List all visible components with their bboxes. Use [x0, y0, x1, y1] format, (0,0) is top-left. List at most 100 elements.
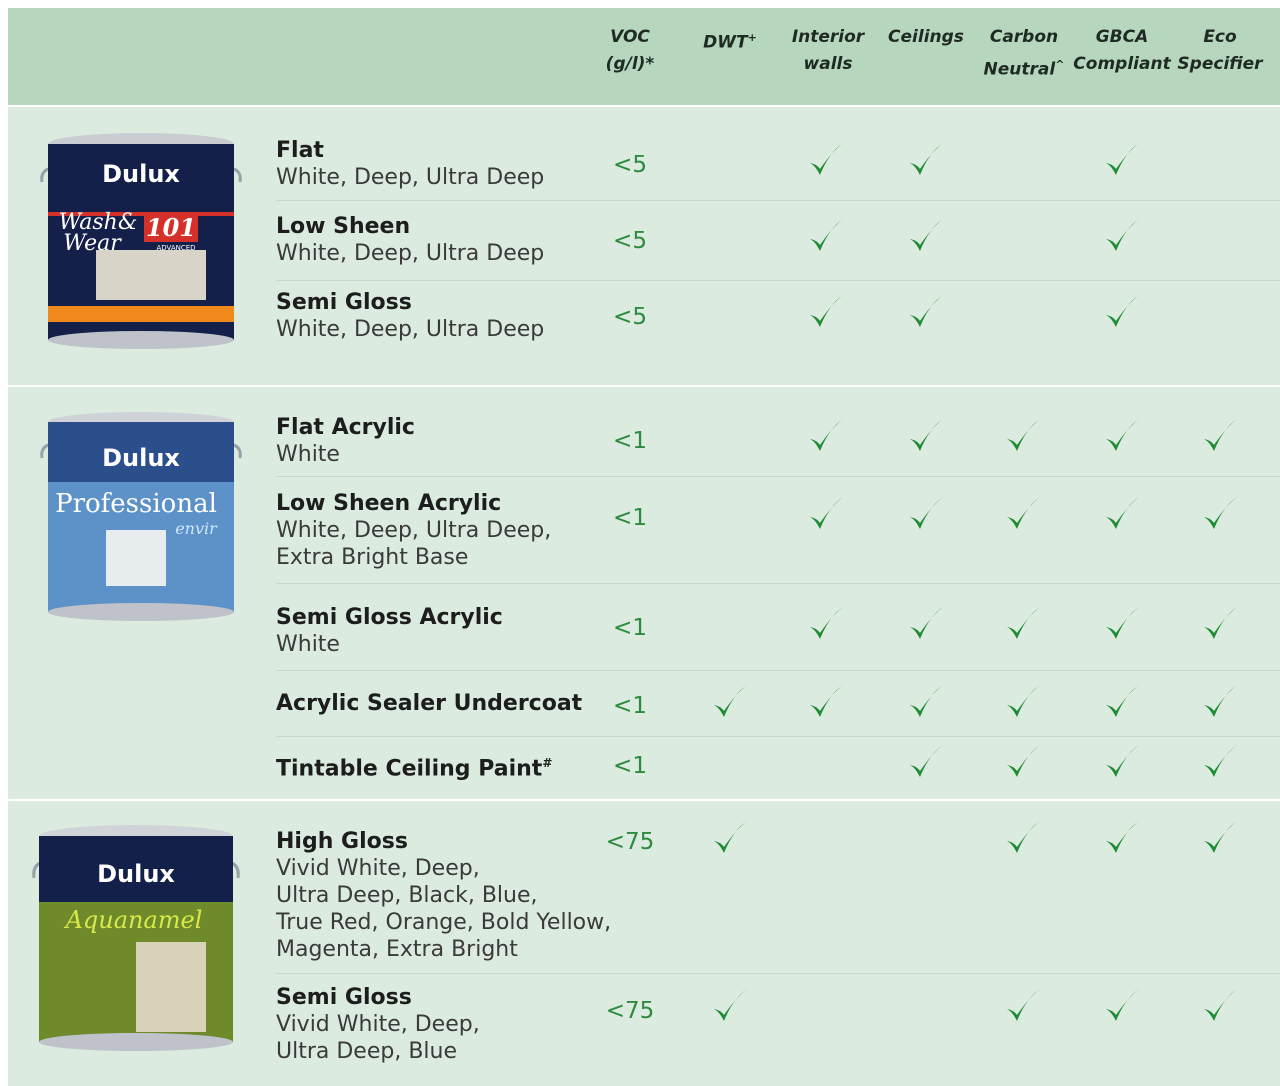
product-name: Semi Gloss [276, 290, 412, 315]
checkmark-icon-carbon [1003, 494, 1043, 534]
svg-text:Dulux: Dulux [102, 444, 180, 472]
product-image-professional: Dulux Professional envir [36, 410, 246, 622]
row-divider [276, 476, 1280, 477]
product-name: Semi Gloss Acrylic [276, 605, 503, 630]
voc-value: <1 [613, 505, 647, 531]
checkmark-icon-eco [1200, 494, 1240, 534]
product-row-name: Low Sheen Acrylic White, Deep, Ultra Deep… [276, 490, 551, 571]
checkmark-icon-gbca [1102, 416, 1142, 456]
header-carbon-neutral: Carbon Neutral^ [983, 27, 1065, 80]
voc-value: <5 [613, 304, 647, 330]
checkmark-icon-eco [1200, 604, 1240, 644]
checkmark-icon-gbca [1102, 216, 1142, 256]
product-row-name: Tintable Ceiling Paint# [276, 750, 552, 782]
product-row-name: High Gloss Vivid White, Deep, Ultra Deep,… [276, 828, 611, 963]
checkmark-icon-eco [1200, 818, 1240, 858]
product-name: Low Sheen Acrylic [276, 491, 502, 516]
checkmark-icon-eco [1200, 742, 1240, 782]
row-divider [276, 200, 1280, 201]
product-name: Low Sheen [276, 214, 411, 239]
product-row-name: Flat White, Deep, Ultra Deep [276, 137, 544, 191]
product-colors: Vivid White, Deep, Ultra Deep, Black, Bl… [276, 856, 612, 962]
product-name: Flat Acrylic [276, 415, 415, 440]
voc-value: <75 [605, 829, 655, 855]
checkmark-icon-ceilings [906, 140, 946, 180]
header-gbca-compliant: GBCA Compliant [1073, 27, 1171, 74]
product-row-name: Flat Acrylic White [276, 414, 415, 468]
checkmark-icon-carbon [1003, 986, 1043, 1026]
header-ceilings: Ceilings [888, 27, 964, 47]
header-eco-specifier: Eco Specifier [1177, 27, 1263, 74]
svg-text:Professional: Professional [55, 489, 217, 519]
checkmark-icon-gbca [1102, 604, 1142, 644]
voc-value: <75 [605, 998, 655, 1024]
product-name: Acrylic Sealer Undercoat [276, 691, 583, 716]
checkmark-icon-gbca [1102, 292, 1142, 332]
product-row-name: Low Sheen White, Deep, Ultra Deep [276, 213, 544, 267]
product-colors: White [276, 442, 340, 467]
checkmark-icon-eco [1200, 416, 1240, 456]
svg-text:envir: envir [175, 519, 218, 538]
checkmark-icon-eco [1200, 986, 1240, 1026]
checkmark-icon-interior [806, 682, 846, 722]
can-brand-text: Dulux [102, 160, 180, 188]
header-voc: VOC (g/l)* [605, 27, 655, 74]
checkmark-icon-ceilings [906, 216, 946, 256]
checkmark-icon-interior [806, 416, 846, 456]
header-interior-walls: Interior walls [791, 27, 865, 74]
checkmark-icon-gbca [1102, 494, 1142, 534]
svg-text:Wear: Wear [63, 231, 122, 256]
checkmark-icon-gbca [1102, 818, 1142, 858]
checkmark-icon-gbca [1102, 986, 1142, 1026]
voc-value: <1 [613, 753, 647, 779]
svg-text:Dulux: Dulux [97, 860, 175, 888]
product-image-aquanamel: Dulux Aquanamel [26, 822, 246, 1054]
product-name: High Gloss [276, 829, 408, 854]
product-row-name: Acrylic Sealer Undercoat [276, 690, 582, 717]
checkmark-icon-dwt [710, 986, 750, 1026]
voc-value: <1 [613, 615, 647, 641]
checkmark-icon-ceilings [906, 494, 946, 534]
header-dwt: DWT+ [703, 31, 757, 53]
checkmark-icon-ceilings [906, 682, 946, 722]
checkmark-icon-gbca [1102, 140, 1142, 180]
checkmark-icon-carbon [1003, 682, 1043, 722]
product-name: Tintable Ceiling Paint# [276, 756, 553, 782]
checkmark-icon-dwt [710, 818, 750, 858]
checkmark-icon-dwt [710, 682, 750, 722]
voc-value: <5 [613, 228, 647, 254]
checkmark-icon-ceilings [906, 416, 946, 456]
svg-text:Aquanamel: Aquanamel [64, 906, 203, 934]
checkmark-icon-ceilings [906, 292, 946, 332]
voc-value: <1 [613, 693, 647, 719]
product-colors: White, Deep, Ultra Deep [276, 241, 545, 266]
row-divider [276, 670, 1280, 671]
svg-text:101: 101 [146, 213, 196, 242]
product-name: Semi Gloss [276, 985, 412, 1010]
checkmark-icon-ceilings [906, 604, 946, 644]
checkmark-icon-carbon [1003, 604, 1043, 644]
checkmark-icon-interior [806, 494, 846, 534]
row-divider [276, 280, 1280, 281]
product-name: Flat [276, 138, 324, 163]
checkmark-icon-carbon [1003, 742, 1043, 782]
row-divider [276, 736, 1280, 737]
product-image-wash-and-wear: Dulux Wash& Wear 101 ADVANCED [36, 130, 246, 352]
checkmark-icon-eco [1200, 682, 1240, 722]
product-row-name: Semi Gloss White, Deep, Ultra Deep [276, 289, 544, 343]
product-colors: White, Deep, Ultra Deep, Extra Bright Ba… [276, 518, 552, 570]
checkmark-icon-interior [806, 216, 846, 256]
product-colors: White [276, 632, 340, 657]
voc-value: <5 [613, 152, 647, 178]
row-divider [276, 973, 1280, 974]
product-row-name: Semi Gloss Acrylic White [276, 604, 503, 658]
product-name-footnote: # [542, 756, 553, 770]
checkmark-icon-carbon [1003, 818, 1043, 858]
checkmark-icon-interior [806, 140, 846, 180]
checkmark-icon-interior [806, 292, 846, 332]
checkmark-icon-carbon [1003, 416, 1043, 456]
checkmark-icon-gbca [1102, 682, 1142, 722]
checkmark-icon-gbca [1102, 742, 1142, 782]
product-colors: White, Deep, Ultra Deep [276, 165, 545, 190]
svg-text:ADVANCED: ADVANCED [156, 244, 195, 252]
